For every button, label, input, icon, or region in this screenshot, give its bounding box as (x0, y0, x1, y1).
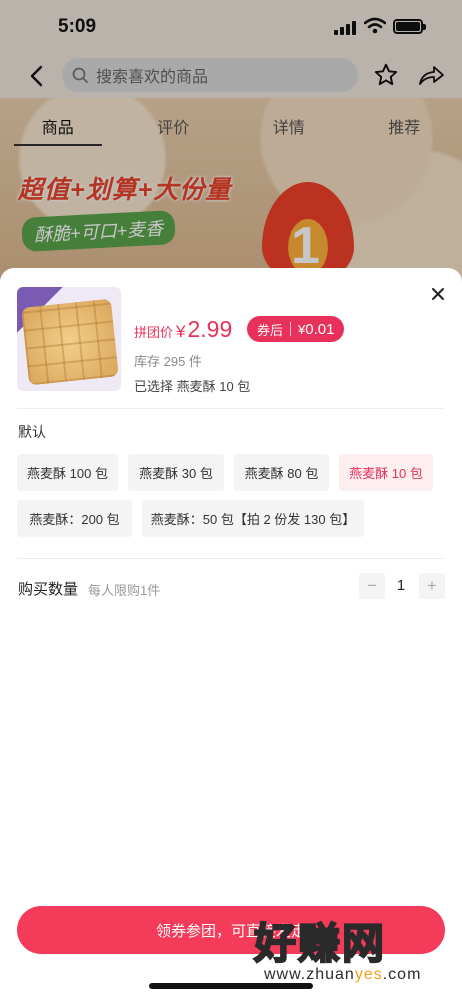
group-price: 拼团价 ¥ 2.99 (134, 316, 232, 343)
spec-option-80[interactable]: 燕麦酥 80 包 (234, 454, 329, 491)
price-currency: ¥ (176, 322, 186, 341)
spec-option-30[interactable]: 燕麦酥 30 包 (128, 454, 224, 491)
coupon-label: 券后 (257, 322, 284, 338)
spec-option-100[interactable]: 燕麦酥 100 包 (17, 454, 118, 491)
quantity-limit: 每人限购1件 (88, 583, 161, 598)
stock-count: 库存 295 件 (134, 354, 202, 369)
quantity-decrease-button[interactable]: − (359, 573, 385, 599)
modal-overlay[interactable] (0, 0, 462, 300)
coupon-badge: 券后 ¥0.01 (247, 316, 345, 342)
product-thumbnail (17, 287, 121, 391)
coupon-value: 0.01 (305, 320, 335, 338)
quantity-increase-button[interactable]: + (419, 573, 445, 599)
quantity-value[interactable]: 1 (388, 577, 414, 594)
spec-option-200[interactable]: 燕麦酥：200 包 (17, 500, 132, 537)
divider (17, 408, 445, 409)
selected-spec: 已选择 燕麦酥 10 包 (134, 379, 251, 394)
price-label: 拼团价 (134, 325, 174, 340)
home-indicator (149, 983, 313, 989)
divider (17, 558, 445, 559)
price-value: 2.99 (187, 316, 233, 342)
quantity-label: 购买数量 (18, 581, 79, 598)
sku-bottom-sheet: 拼团价 ¥ 2.99 券后 ¥0.01 库存 295 件 已选择 燕麦酥 10 … (0, 268, 462, 1000)
join-group-buy-button[interactable]: 领券参团，可直接发走 (17, 906, 445, 954)
close-icon[interactable] (428, 284, 448, 304)
spec-option-50[interactable]: 燕麦酥：50 包【拍 2 份发 130 包】 (142, 500, 364, 537)
spec-option-10[interactable]: 燕麦酥 10 包 (339, 454, 433, 491)
spec-group-title: 默认 (18, 424, 46, 440)
